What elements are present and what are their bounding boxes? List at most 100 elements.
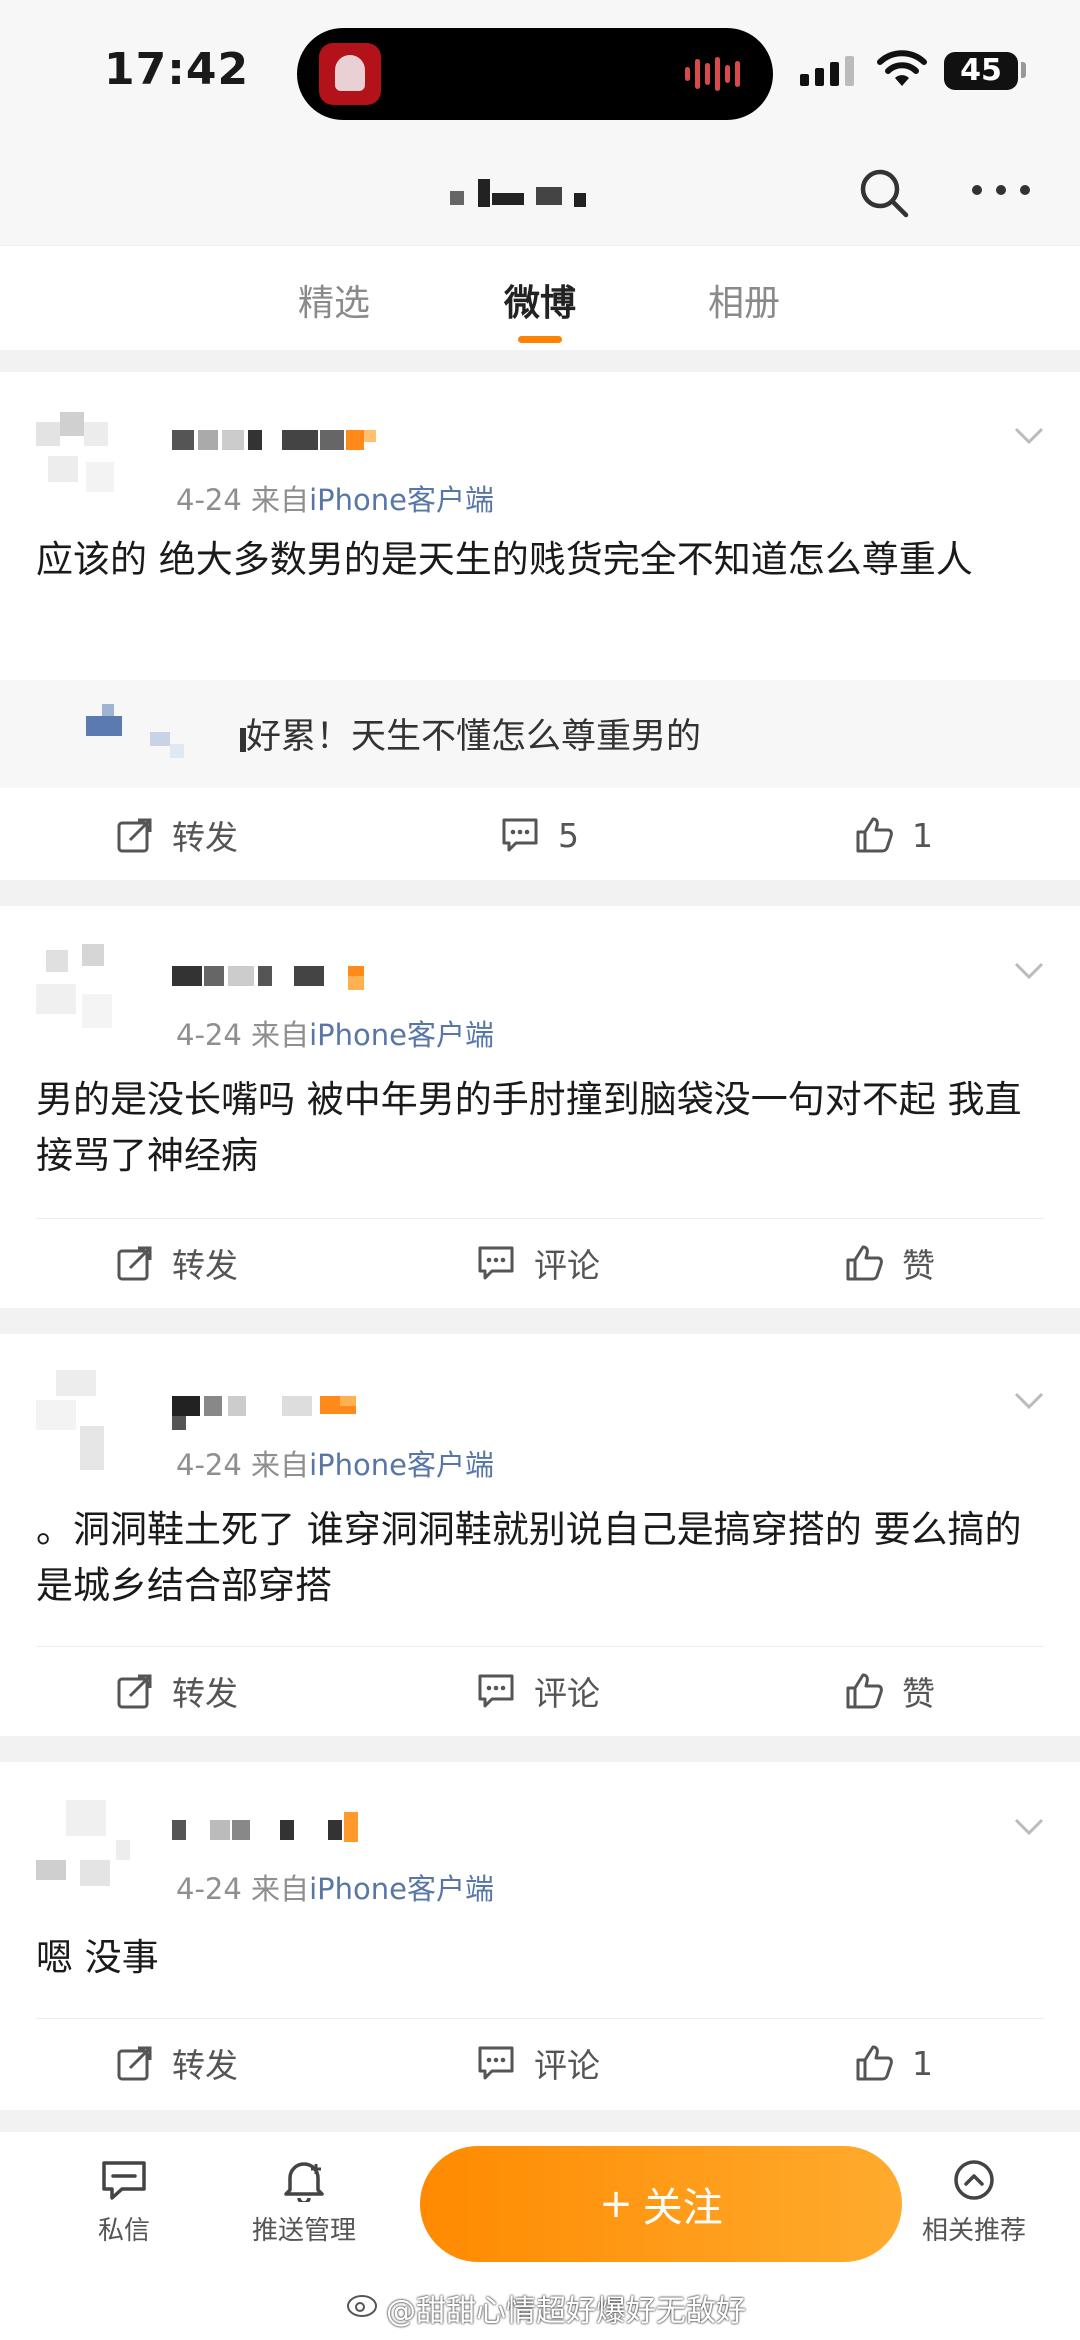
quoted-comment[interactable]: 好累！天生不懂怎么尊重男的: [0, 680, 1080, 788]
post-text: 应该的 绝大多数男的是天生的贱货完全不知道怎么尊重人: [36, 538, 973, 581]
more-icon[interactable]: [972, 185, 1032, 199]
dynamic-island: [297, 28, 773, 120]
comment-label: 评论: [534, 1674, 600, 1713]
post-text: 。洞洞鞋土死了 谁穿洞洞鞋就别说自己是搞穿搭的 要么搞的是城乡结合部穿搭: [36, 1508, 1022, 1607]
tab-featured[interactable]: 精选: [298, 274, 370, 326]
like-button[interactable]: 1: [854, 2018, 933, 2108]
quoted-comment-text: 好累！天生不懂怎么尊重男的: [246, 717, 702, 757]
comment-button[interactable]: 5: [500, 790, 579, 880]
like-button[interactable]: 赞: [844, 1218, 935, 1308]
repost-icon: [117, 818, 152, 853]
repost-button[interactable]: 转发: [116, 790, 238, 880]
chevron-up-circle-icon: [954, 2160, 994, 2200]
post-source-prefix: 来自: [251, 1448, 310, 1482]
post-date: 4-24: [176, 1448, 242, 1482]
comment-label: 评论: [534, 1246, 600, 1285]
repost-icon: [117, 2046, 152, 2081]
nickname-blurred[interactable]: [172, 430, 392, 462]
thumbs-up-icon: [856, 817, 893, 853]
quoted-user-blurred: [50, 704, 246, 764]
comment-icon: [502, 818, 538, 852]
repost-label: 转发: [172, 1246, 238, 1285]
plus-icon: +: [599, 2181, 633, 2227]
status-time: 17:42: [104, 44, 250, 95]
post-source-prefix: 来自: [251, 483, 310, 517]
like-count: 1: [912, 2043, 933, 2083]
post-source[interactable]: iPhone客户端: [309, 1872, 494, 1906]
post-text: 嗯 没事: [36, 1936, 159, 1979]
post-meta: 4-24 来自iPhone客户端: [176, 1442, 494, 1484]
bell-icon: [284, 2162, 324, 2202]
nickname-blurred[interactable]: [172, 1396, 392, 1430]
post-card[interactable]: 4-24 来自iPhone客户端 应该的 绝大多数男的是天生的贱货完全不知道怎么…: [0, 372, 1080, 880]
follow-label: 关注: [642, 2185, 723, 2231]
chevron-down-icon[interactable]: [1014, 962, 1044, 980]
comment-icon: [478, 1246, 514, 1280]
post-card[interactable]: 4-24 来自iPhone客户端 。洞洞鞋土死了 谁穿洞洞鞋就别说自己是搞穿搭的…: [0, 1334, 1080, 1736]
post-date: 4-24: [176, 1872, 242, 1906]
comment-button[interactable]: 评论: [476, 2018, 600, 2108]
search-icon[interactable]: [856, 165, 912, 221]
post-actions: 转发 评论 1: [0, 2018, 1080, 2108]
comment-icon: [478, 2046, 514, 2080]
push-settings-label: 推送管理: [251, 2216, 356, 2246]
post-date: 4-24: [176, 483, 242, 517]
post-actions: 转发 5 1: [0, 790, 1080, 880]
tab-weibo[interactable]: 微博: [504, 274, 576, 326]
profile-header: [0, 135, 1080, 245]
cellular-signal-icon: [800, 56, 854, 86]
chevron-down-icon[interactable]: [1014, 1818, 1044, 1836]
chevron-down-icon[interactable]: [1014, 1392, 1044, 1410]
repost-icon: [117, 1246, 152, 1281]
nickname-blurred[interactable]: [172, 1812, 392, 1852]
tab-active-indicator: [518, 336, 562, 343]
related-recommend-label: 相关推荐: [921, 2216, 1026, 2246]
post-card[interactable]: 4-24 来自iPhone客户端 嗯 没事 转发 评论 1: [0, 1762, 1080, 2110]
repost-button[interactable]: 转发: [116, 1218, 238, 1308]
profile-name-blurred: [440, 175, 640, 215]
chevron-down-icon[interactable]: [1014, 427, 1044, 445]
bottom-action-bar: 私信 推送管理 + 关注 相关推荐 @甜甜心情超好爆好无敌好: [0, 2132, 1080, 2340]
post-source-prefix: 来自: [251, 1018, 310, 1052]
avatar[interactable]: [36, 412, 136, 512]
post-meta: 4-24 来自iPhone客户端: [176, 1012, 494, 1054]
repost-button[interactable]: 转发: [116, 2018, 238, 2108]
thumbs-up-icon: [846, 1673, 883, 1709]
music-app-icon: [319, 43, 381, 105]
message-button[interactable]: 私信: [54, 2158, 194, 2247]
like-button[interactable]: 1: [854, 790, 933, 880]
avatar[interactable]: [36, 944, 136, 1044]
repost-label: 转发: [172, 818, 238, 857]
like-label: 赞: [902, 1674, 935, 1713]
nickname-blurred[interactable]: [172, 966, 392, 998]
push-settings-button[interactable]: 推送管理: [234, 2158, 374, 2247]
comment-button[interactable]: 评论: [476, 1646, 600, 1736]
comment-button[interactable]: 评论: [476, 1218, 600, 1308]
post-actions: 转发 评论 赞: [0, 1218, 1080, 1308]
post-source[interactable]: iPhone客户端: [309, 1018, 494, 1052]
avatar[interactable]: [36, 1370, 136, 1470]
follow-button[interactable]: + 关注: [420, 2146, 902, 2262]
battery-indicator: 45: [944, 52, 1018, 90]
avatar[interactable]: [36, 1800, 136, 1900]
status-bar: 17:42 45: [0, 0, 1080, 135]
thumbs-up-icon: [856, 2045, 893, 2081]
watermark-text: @甜甜心情超好爆好无敌好: [386, 2294, 746, 2329]
post-source-prefix: 来自: [251, 1872, 310, 1906]
post-meta: 4-24 来自iPhone客户端: [176, 477, 494, 519]
post-meta: 4-24 来自iPhone客户端: [176, 1866, 494, 1908]
post-card[interactable]: 4-24 来自iPhone客户端 男的是没长嘴吗 被中年男的手肘撞到脑袋没一句对…: [0, 906, 1080, 1308]
post-text: 男的是没长嘴吗 被中年男的手肘撞到脑袋没一句对不起 我直接骂了神经病: [36, 1078, 1022, 1177]
post-source[interactable]: iPhone客户端: [309, 483, 494, 517]
message-label: 私信: [97, 2216, 150, 2246]
like-count: 1: [912, 815, 933, 855]
related-recommend-button[interactable]: 相关推荐: [904, 2158, 1044, 2247]
tab-album[interactable]: 相册: [708, 274, 780, 326]
post-actions: 转发 评论 赞: [0, 1646, 1080, 1736]
thumbs-up-icon: [846, 1245, 883, 1281]
repost-button[interactable]: 转发: [116, 1646, 238, 1736]
like-label: 赞: [902, 1246, 935, 1285]
like-button[interactable]: 赞: [844, 1646, 935, 1736]
comment-icon: [478, 1674, 514, 1708]
post-source[interactable]: iPhone客户端: [309, 1448, 494, 1482]
